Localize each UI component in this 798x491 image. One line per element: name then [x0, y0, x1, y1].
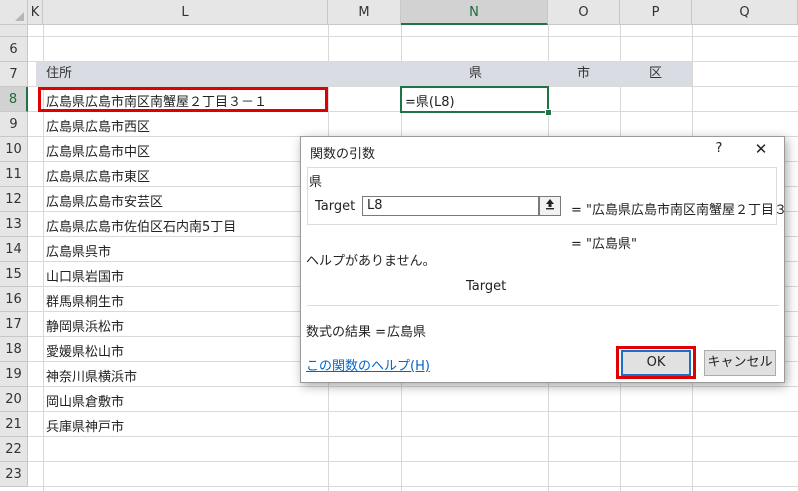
- function-name: 県: [309, 171, 323, 190]
- divider: [307, 305, 779, 306]
- header-pref: 県: [469, 66, 483, 81]
- column-header-m[interactable]: M: [328, 0, 401, 25]
- column-header-n[interactable]: N: [401, 0, 548, 25]
- sheet-row: [28, 462, 798, 487]
- row-header[interactable]: 14: [0, 237, 28, 262]
- column-header-l[interactable]: L: [43, 0, 328, 25]
- target-argument-input[interactable]: L8: [362, 196, 539, 216]
- address-cell[interactable]: 広島県広島市安芸区: [46, 191, 163, 210]
- row-header[interactable]: 10: [0, 137, 28, 162]
- row-header[interactable]: 20: [0, 387, 28, 412]
- sheet-row: [28, 387, 798, 412]
- address-cell[interactable]: 山口県岩国市: [46, 266, 124, 285]
- header-city: 市: [577, 66, 591, 81]
- address-cell[interactable]: 広島県広島市東区: [46, 166, 150, 185]
- sheet-row: [28, 412, 798, 437]
- address-cell[interactable]: 広島県呉市: [46, 241, 111, 260]
- sheet-row: [28, 437, 798, 462]
- close-icon[interactable]: ✕: [750, 140, 772, 160]
- row-header[interactable]: 21: [0, 412, 28, 437]
- ok-button[interactable]: OK: [621, 350, 691, 376]
- row-header[interactable]: 9: [0, 112, 28, 137]
- function-arguments-dialog: 関数の引数 ? ✕ 県 Target L8 = "広島県広島市南区南蟹屋２丁目３…: [300, 136, 788, 383]
- row-header[interactable]: 13: [0, 212, 28, 237]
- select-all-corner[interactable]: [0, 0, 28, 25]
- row-header[interactable]: 22: [0, 437, 28, 462]
- column-header-k[interactable]: K: [28, 0, 43, 25]
- cancel-button[interactable]: キャンセル: [704, 350, 776, 376]
- argument-value-preview: = "広島県広島市南区南蟹屋２丁目３: [571, 203, 788, 218]
- row-header: [0, 25, 28, 37]
- column-header-q[interactable]: Q: [692, 0, 798, 25]
- fill-handle[interactable]: [545, 109, 552, 116]
- address-cell[interactable]: 広島県広島市西区: [46, 116, 150, 135]
- row-header[interactable]: 12: [0, 187, 28, 212]
- function-help-link[interactable]: この関数のヘルプ(H): [306, 355, 430, 374]
- row-header[interactable]: 11: [0, 162, 28, 187]
- address-cell[interactable]: 静岡県浜松市: [46, 316, 124, 335]
- column-header-p[interactable]: P: [620, 0, 692, 25]
- row-header[interactable]: 18: [0, 337, 28, 362]
- header-address: 住所: [46, 66, 73, 81]
- row-header[interactable]: 6: [0, 37, 28, 62]
- formula-result-label: 数式の結果 =: [306, 325, 387, 340]
- collapse-dialog-button[interactable]: [539, 196, 561, 216]
- row-header[interactable]: 17: [0, 312, 28, 337]
- dialog-title: 関数の引数: [310, 147, 376, 162]
- address-cell[interactable]: 群馬県桐生市: [46, 291, 124, 310]
- row-header[interactable]: 8: [0, 87, 28, 112]
- highlight-box: [38, 87, 328, 112]
- sheet-row: [28, 25, 798, 37]
- header-ward: 区: [649, 66, 663, 81]
- argument-description: Target: [466, 279, 507, 294]
- formula-result-value: 広島県: [387, 325, 427, 340]
- collapse-arrow-icon: [546, 199, 554, 210]
- row-header[interactable]: 16: [0, 287, 28, 312]
- sheet-row: [28, 37, 798, 62]
- address-cell[interactable]: 愛媛県松山市: [46, 341, 124, 360]
- help-icon[interactable]: ?: [710, 141, 728, 156]
- address-cell[interactable]: 広島県広島市中区: [46, 141, 150, 160]
- row-header[interactable]: 23: [0, 462, 28, 487]
- no-help-text: ヘルプがありません。: [306, 254, 436, 269]
- column-header-o[interactable]: O: [548, 0, 620, 25]
- sheet-row: [28, 62, 798, 87]
- row-header[interactable]: 15: [0, 262, 28, 287]
- address-cell[interactable]: 兵庫県神戸市: [46, 416, 124, 435]
- row-header[interactable]: 7: [0, 62, 28, 87]
- active-cell-formula: =県(L8): [405, 95, 455, 110]
- argument-label: Target: [315, 199, 356, 214]
- address-cell[interactable]: 広島県広島市佐伯区石内南5丁目: [46, 216, 236, 235]
- row-header[interactable]: 19: [0, 362, 28, 387]
- address-cell[interactable]: 岡山県倉敷市: [46, 391, 124, 410]
- address-cell[interactable]: 神奈川県横浜市: [46, 366, 137, 385]
- function-result-preview: = "広島県": [571, 237, 637, 252]
